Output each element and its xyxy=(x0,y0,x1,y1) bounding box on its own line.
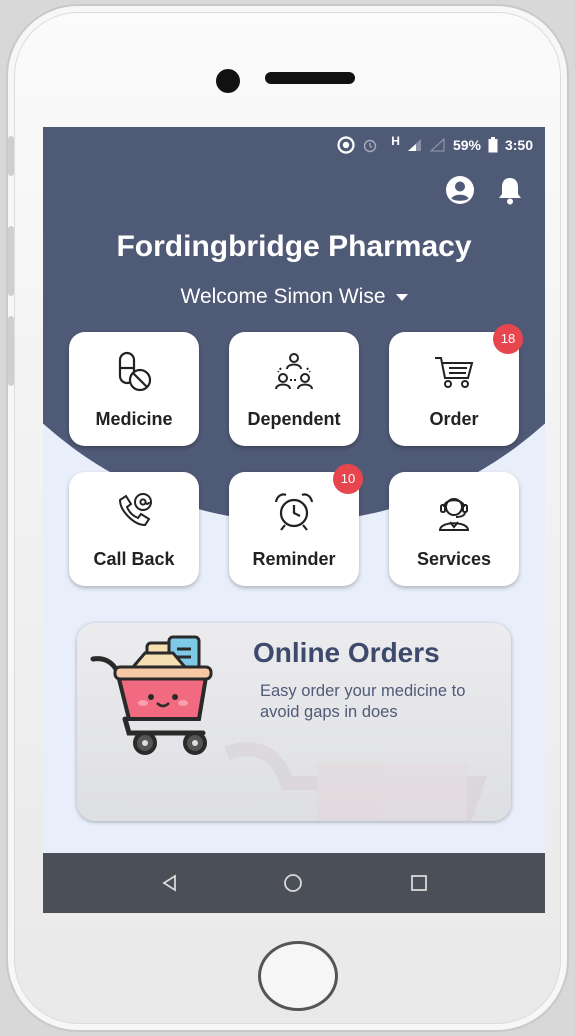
volume-down-button xyxy=(8,316,14,386)
ghost-cart-icon xyxy=(224,742,487,821)
back-triangle-icon xyxy=(162,874,176,892)
cart-icon xyxy=(435,357,474,388)
battery-percent: 59% xyxy=(452,137,481,153)
network-type: H xyxy=(391,134,400,148)
account-icon[interactable] xyxy=(445,175,475,205)
online-orders-banner[interactable]: Online Orders Easy order your medicine t… xyxy=(77,623,511,821)
tile-label: Reminder xyxy=(252,549,336,569)
tile-label: Call Back xyxy=(93,549,175,569)
tile-call-back[interactable]: Call Back xyxy=(69,472,199,586)
banner-description: Easy order your medicine to avoid gaps i… xyxy=(260,682,466,721)
tile-dependent[interactable]: Dependent xyxy=(229,332,359,446)
tile-label: Dependent xyxy=(247,409,341,429)
people-group-icon xyxy=(275,353,313,390)
reminder-count-badge: 10 xyxy=(333,464,363,494)
status-bar: H 59% 3:50 xyxy=(337,134,533,155)
data-saver-icon xyxy=(337,136,355,154)
welcome-text: Welcome Simon Wise xyxy=(180,285,386,308)
signal-icon xyxy=(407,139,421,151)
tile-services[interactable]: Services xyxy=(389,472,519,586)
shopping-cart-illustration xyxy=(90,635,213,755)
home-nav-button[interactable] xyxy=(279,869,307,897)
tile-medicine[interactable]: Medicine xyxy=(69,332,199,446)
pharmacy-title: Fordingbridge Pharmacy xyxy=(116,230,472,263)
volume-up-button xyxy=(8,226,14,296)
signal-icon-2 xyxy=(429,138,445,152)
tile-reminder[interactable]: Reminder 10 xyxy=(229,464,363,586)
order-count-badge: 18 xyxy=(493,324,523,354)
caret-down-icon xyxy=(395,293,408,301)
home-button[interactable] xyxy=(258,941,338,1011)
android-nav-bar xyxy=(43,853,545,913)
tile-label: Order xyxy=(429,409,479,429)
welcome-dropdown[interactable]: Welcome Simon Wise xyxy=(43,285,545,309)
recents-square-icon xyxy=(411,875,427,891)
back-button[interactable] xyxy=(156,869,184,897)
front-camera xyxy=(216,69,240,93)
alarm-icon xyxy=(364,139,377,153)
banner-title: Online Orders xyxy=(253,637,440,668)
clock: 3:50 xyxy=(504,137,533,153)
notification-bell-icon[interactable] xyxy=(497,175,523,205)
alarm-clock-icon xyxy=(274,493,314,531)
side-button xyxy=(8,136,14,176)
earpiece-speaker xyxy=(265,72,355,84)
support-agent-icon xyxy=(438,498,470,531)
tile-order[interactable]: Order 18 xyxy=(389,324,523,446)
battery-icon xyxy=(488,137,498,153)
phone-callback-icon xyxy=(118,493,152,527)
home-circle-icon xyxy=(284,874,302,892)
pills-icon xyxy=(118,351,152,392)
tile-label: Services xyxy=(416,549,492,569)
tile-label: Medicine xyxy=(95,409,173,429)
app-screen: H 59% 3:50 Fordingbridge Pharmacy Welcom… xyxy=(43,127,545,913)
recents-button[interactable] xyxy=(405,869,433,897)
